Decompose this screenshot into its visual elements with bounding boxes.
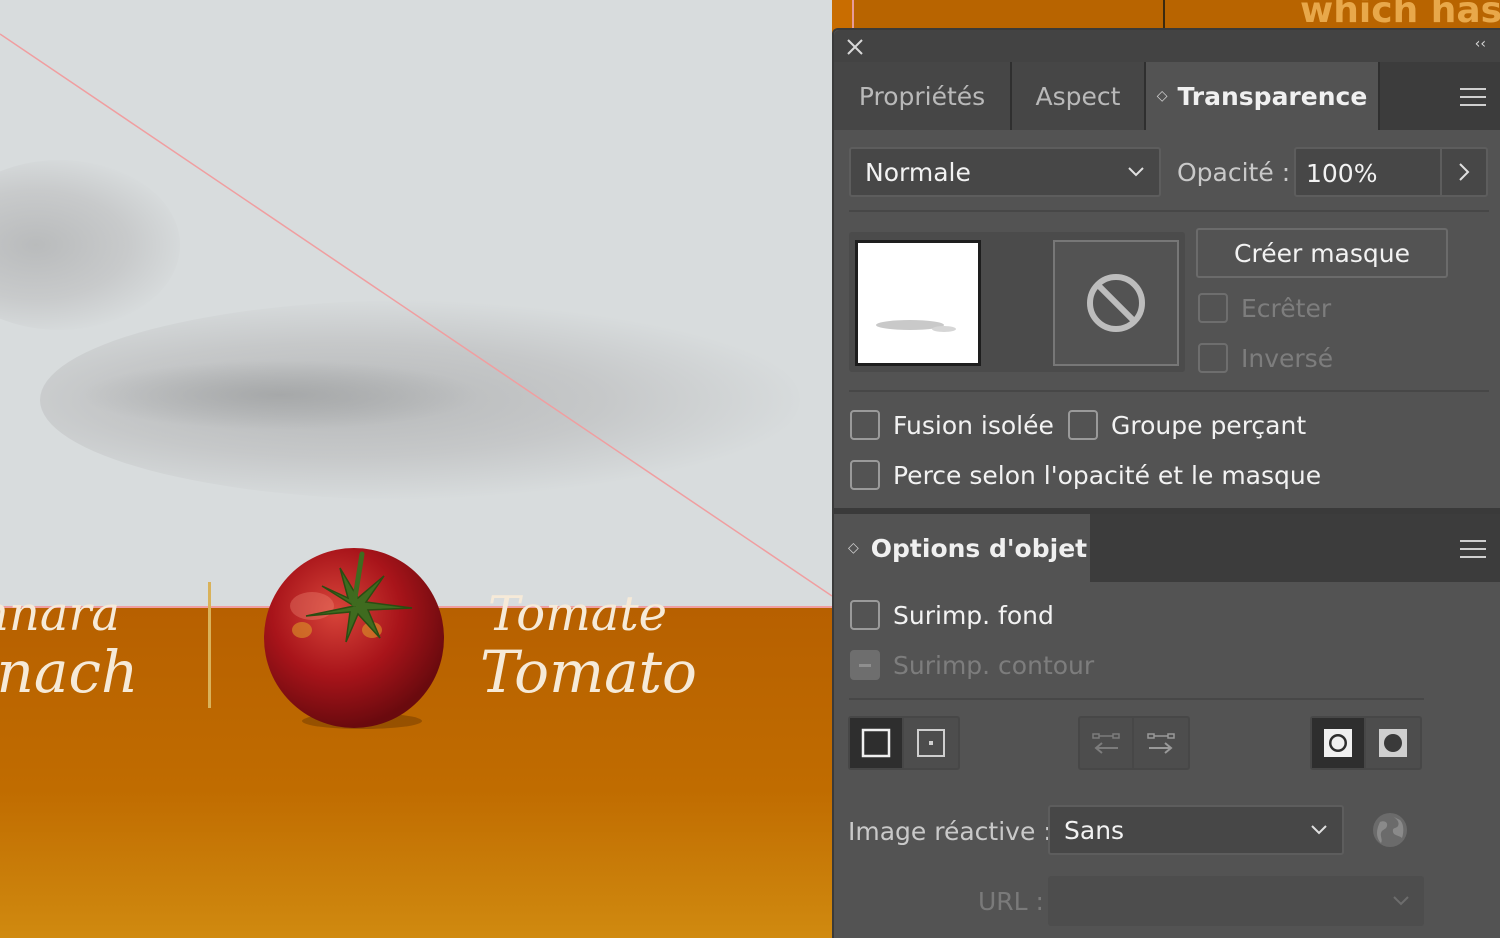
opacity-value: 100% (1306, 159, 1378, 188)
image-map-label: Image réactive : (848, 817, 1052, 846)
isolate-blending-row[interactable]: Fusion isolée (850, 410, 1054, 440)
opacity-mask-knockout-checkbox[interactable] (850, 460, 880, 490)
create-mask-button[interactable]: Créer masque (1196, 228, 1448, 278)
url-label: URL : (978, 887, 1044, 916)
close-icon[interactable] (844, 36, 866, 58)
divider-line (1163, 0, 1165, 30)
artboard-heading-text: which has (1300, 0, 1500, 31)
tab-object-options[interactable]: ◇ Options d'objet (834, 514, 1090, 582)
dish-label-left-en: inach (0, 638, 139, 706)
chevron-down-icon (1311, 825, 1327, 835)
tab-transparence[interactable]: ◇ Transparence (1146, 62, 1380, 130)
invert-checkbox[interactable] (1198, 343, 1228, 373)
clip-label: Ecrêter (1241, 293, 1332, 323)
dish-label-left-fr: nnara (0, 586, 121, 642)
tab-label: Propriétés (858, 81, 986, 111)
arrow-right-icon (1147, 733, 1175, 754)
image-map-value: Sans (1064, 815, 1125, 845)
dish-label-right-fr: Tomate (488, 586, 668, 642)
image-map-select[interactable]: Sans (1048, 805, 1344, 855)
direction-right-button[interactable] (1134, 718, 1188, 768)
knockout-group-checkbox[interactable] (1068, 410, 1098, 440)
invert-checkbox-row[interactable]: Inversé (1198, 343, 1333, 373)
dish-label-right-en: Tomato (480, 638, 697, 706)
arrow-left-icon (1092, 733, 1120, 754)
diagonal-guide (0, 33, 832, 597)
overprint-stroke-label: Surimp. contour (893, 650, 1095, 680)
overprint-fill-label: Surimp. fond (893, 600, 1054, 630)
circle-filled-button[interactable] (1366, 718, 1420, 768)
properties-panel: ‹‹ Propriétés Aspect ◇ Transparence Norm… (832, 28, 1500, 938)
knockout-group-row[interactable]: Groupe perçant (1068, 410, 1306, 440)
updown-chevron-icon: ◇ (848, 540, 859, 556)
circle-filled-icon (1379, 729, 1407, 757)
circle-outline-icon (1324, 729, 1352, 757)
blend-mode-value: Normale (865, 157, 971, 187)
separator (849, 390, 1489, 392)
clip-checkbox-row[interactable]: Ecrêter (1198, 293, 1331, 323)
panel-header[interactable]: ‹‹ (834, 30, 1500, 62)
chevron-down-icon (1393, 896, 1409, 906)
updown-chevron-icon: ◇ (1156, 88, 1168, 104)
fill-mode-toggle (1310, 716, 1422, 770)
direction-toggle (1078, 716, 1190, 770)
tab-label: Aspect (1035, 81, 1121, 111)
tab-properties[interactable]: Propriétés (834, 62, 1012, 130)
options-menu-icon[interactable] (1460, 540, 1486, 558)
chevron-right-icon (1459, 163, 1470, 181)
square-center-icon (917, 729, 945, 757)
mask-thumbnail[interactable] (1053, 240, 1179, 366)
artwork-preview-image (876, 320, 956, 332)
isolate-blending-label: Fusion isolée (893, 410, 1054, 440)
overprint-stroke-row[interactable]: Surimp. contour (850, 650, 1094, 680)
overprint-stroke-checkbox[interactable] (850, 650, 880, 680)
knockout-group-label: Groupe perçant (1111, 410, 1307, 440)
circle-outline-button[interactable] (1312, 718, 1366, 768)
shape-mode-toggle (848, 716, 960, 770)
opacity-input[interactable]: 100% (1294, 147, 1488, 197)
opacity-label: Opacité : (1177, 158, 1291, 187)
opacity-slider-button[interactable] (1440, 149, 1486, 195)
options-title: Options d'objet (870, 533, 1088, 563)
collapse-panel-icon[interactable]: ‹‹ (1475, 36, 1486, 52)
options-section-header: ◇ Options d'objet (834, 514, 1500, 582)
tab-aspect[interactable]: Aspect (1012, 62, 1146, 130)
thumbnails-area (849, 232, 1185, 372)
direction-left-button[interactable] (1080, 718, 1134, 768)
overprint-fill-checkbox[interactable] (850, 600, 880, 630)
outer-shape-button[interactable] (850, 718, 904, 768)
url-input[interactable] (1048, 876, 1424, 926)
inner-shape-button[interactable] (904, 718, 958, 768)
guide-line (852, 0, 854, 30)
panel-menu-icon[interactable] (1460, 88, 1486, 106)
separator (849, 698, 1424, 700)
globe-icon[interactable] (1372, 812, 1408, 848)
chevron-down-icon (1128, 167, 1144, 177)
no-mask-icon (1087, 274, 1145, 332)
tomato-illustration (264, 548, 444, 729)
opacity-mask-knockout-row[interactable]: Perce selon l'opacité et le masque (850, 460, 1321, 490)
panel-tabbar: Propriétés Aspect ◇ Transparence (834, 62, 1500, 130)
overprint-fill-row[interactable]: Surimp. fond (850, 600, 1054, 630)
separator (849, 210, 1489, 212)
blend-mode-select[interactable]: Normale (849, 147, 1161, 197)
invert-label: Inversé (1241, 343, 1334, 373)
menu-divider-line (208, 582, 211, 708)
tab-label: Transparence (1177, 81, 1368, 111)
clip-checkbox[interactable] (1198, 293, 1228, 323)
artwork-thumbnail[interactable] (855, 240, 981, 366)
square-outline-icon (861, 728, 891, 758)
isolate-blending-checkbox[interactable] (850, 410, 880, 440)
opacity-mask-knockout-label: Perce selon l'opacité et le masque (893, 460, 1322, 490)
